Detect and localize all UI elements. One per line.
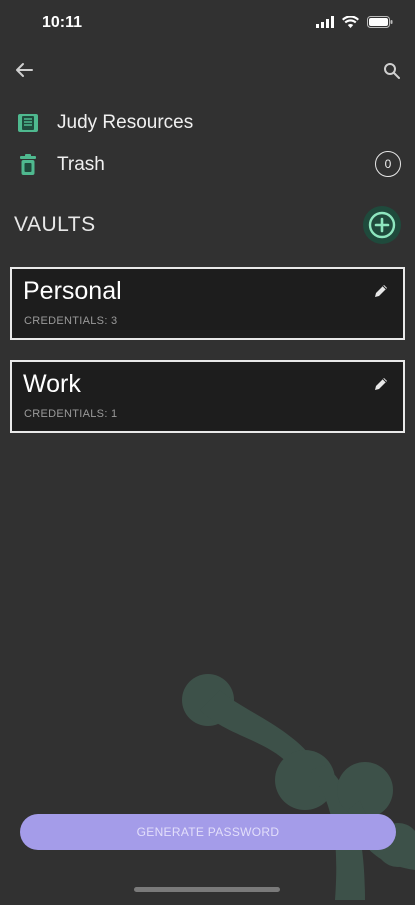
trash-count-badge: 0 — [375, 151, 401, 177]
book-icon — [16, 111, 40, 135]
home-indicator — [134, 887, 280, 892]
plus-circle-icon — [368, 211, 396, 239]
pencil-icon — [375, 285, 387, 297]
vault-card-personal[interactable]: Personal CREDENTIALS: 3 — [10, 267, 405, 340]
back-arrow-icon — [16, 63, 33, 77]
status-bar: 10:11 — [0, 0, 415, 48]
nav-item-trash[interactable]: Trash 0 — [16, 148, 401, 182]
add-vault-button[interactable] — [363, 206, 401, 244]
back-button[interactable] — [10, 58, 38, 82]
nav-label: Trash — [57, 154, 105, 175]
pencil-icon — [375, 378, 387, 390]
edit-vault-button[interactable] — [371, 374, 391, 394]
top-bar — [0, 52, 415, 88]
battery-icon — [367, 15, 393, 33]
decorative-blob — [170, 670, 415, 900]
status-icons — [316, 15, 393, 33]
wifi-icon — [342, 15, 359, 33]
vault-credentials-count: CREDENTIALS: 1 — [24, 408, 118, 420]
nav-item-judy-resources[interactable]: Judy Resources — [16, 106, 401, 140]
generate-password-button[interactable]: GENERATE PASSWORD — [20, 814, 396, 850]
vault-credentials-count: CREDENTIALS: 3 — [24, 315, 118, 327]
vault-card-work[interactable]: Work CREDENTIALS: 1 — [10, 360, 405, 433]
vaults-heading: VAULTS — [14, 213, 96, 236]
vault-name: Personal — [23, 277, 122, 305]
signal-icon — [316, 15, 334, 33]
trash-icon — [16, 153, 40, 177]
vault-name: Work — [23, 370, 81, 398]
search-button[interactable] — [377, 58, 405, 82]
edit-vault-button[interactable] — [371, 281, 391, 301]
search-icon — [383, 62, 400, 79]
status-time: 10:11 — [42, 14, 83, 31]
nav-label: Judy Resources — [57, 112, 194, 133]
